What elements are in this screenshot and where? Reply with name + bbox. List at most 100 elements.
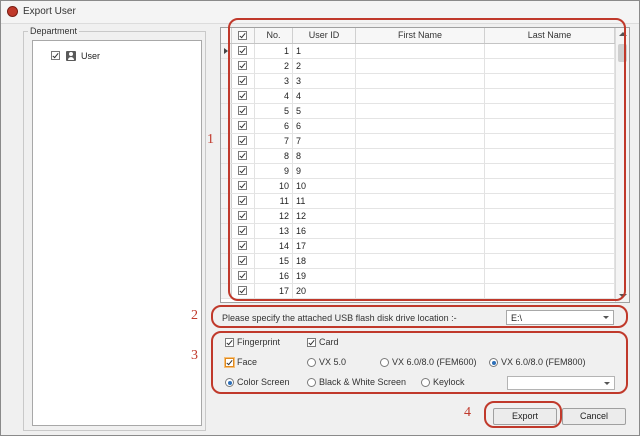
- first-name-cell[interactable]: [356, 44, 485, 58]
- vx60-fem600-radio[interactable]: [380, 358, 389, 367]
- row-checkbox[interactable]: [238, 256, 247, 265]
- header-first-name[interactable]: First Name: [356, 28, 485, 43]
- card-checkbox[interactable]: [307, 338, 316, 347]
- no-cell[interactable]: 1: [255, 44, 293, 58]
- chevron-down-icon[interactable]: [604, 382, 610, 385]
- first-name-cell[interactable]: [356, 209, 485, 223]
- row-select-cell[interactable]: [232, 104, 255, 118]
- table-row[interactable]: 10 10: [221, 179, 615, 194]
- row-select-cell[interactable]: [232, 44, 255, 58]
- no-cell[interactable]: 11: [255, 194, 293, 208]
- first-name-cell[interactable]: [356, 74, 485, 88]
- row-checkbox[interactable]: [238, 61, 247, 70]
- keylock-label[interactable]: Keylock: [433, 376, 465, 388]
- vx60-fem600-label[interactable]: VX 6.0/8.0 (FEM600): [392, 356, 477, 368]
- table-row[interactable]: 22: [221, 59, 615, 74]
- user-id-cell[interactable]: 1: [293, 44, 356, 58]
- row-checkbox[interactable]: [238, 151, 247, 160]
- last-name-cell[interactable]: [485, 254, 615, 268]
- user-id-cell[interactable]: 5: [293, 104, 356, 118]
- first-name-cell[interactable]: [356, 104, 485, 118]
- user-checkbox[interactable]: [51, 51, 60, 60]
- table-row[interactable]: 15 18: [221, 254, 615, 269]
- user-id-cell[interactable]: 7: [293, 134, 356, 148]
- row-header[interactable]: [221, 44, 232, 58]
- row-select-cell[interactable]: [232, 59, 255, 73]
- row-checkbox[interactable]: [238, 196, 247, 205]
- row-header[interactable]: [221, 239, 232, 253]
- row-checkbox[interactable]: [238, 241, 247, 250]
- user-id-cell[interactable]: 4: [293, 89, 356, 103]
- user-grid[interactable]: No. User ID First Name Last Name 1122334…: [220, 27, 630, 303]
- vx60-fem800-label[interactable]: VX 6.0/8.0 (FEM800): [501, 356, 586, 368]
- row-select-cell[interactable]: [232, 164, 255, 178]
- table-row[interactable]: 17 20: [221, 284, 615, 299]
- row-select-cell[interactable]: [232, 179, 255, 193]
- last-name-cell[interactable]: [485, 179, 615, 193]
- scroll-down-icon[interactable]: [619, 294, 627, 298]
- vx50-radio[interactable]: [307, 358, 316, 367]
- first-name-cell[interactable]: [356, 149, 485, 163]
- row-select-cell[interactable]: [232, 239, 255, 253]
- department-tree[interactable]: User: [32, 40, 202, 426]
- row-header[interactable]: [221, 149, 232, 163]
- table-row[interactable]: 88: [221, 149, 615, 164]
- no-cell[interactable]: 15: [255, 254, 293, 268]
- last-name-cell[interactable]: [485, 134, 615, 148]
- last-name-cell[interactable]: [485, 194, 615, 208]
- row-checkbox[interactable]: [238, 286, 247, 295]
- face-label[interactable]: Face: [237, 356, 257, 368]
- user-id-cell[interactable]: 20: [293, 284, 356, 298]
- last-name-cell[interactable]: [485, 119, 615, 133]
- no-cell[interactable]: 9: [255, 164, 293, 178]
- first-name-cell[interactable]: [356, 164, 485, 178]
- vx60-fem800-radio[interactable]: [489, 358, 498, 367]
- first-name-cell[interactable]: [356, 284, 485, 298]
- row-header[interactable]: [221, 284, 232, 298]
- row-header[interactable]: [221, 119, 232, 133]
- bw-screen-label[interactable]: Black & White Screen: [319, 376, 406, 388]
- user-id-cell[interactable]: 18: [293, 254, 356, 268]
- no-cell[interactable]: 17: [255, 284, 293, 298]
- header-no[interactable]: No.: [255, 28, 293, 43]
- table-row[interactable]: 16 19: [221, 269, 615, 284]
- user-id-cell[interactable]: 19: [293, 269, 356, 283]
- user-id-cell[interactable]: 16: [293, 224, 356, 238]
- user-id-cell[interactable]: 6: [293, 119, 356, 133]
- export-button[interactable]: Export: [493, 408, 557, 425]
- row-checkbox[interactable]: [238, 166, 247, 175]
- user-id-cell[interactable]: 2: [293, 59, 356, 73]
- no-cell[interactable]: 2: [255, 59, 293, 73]
- last-name-cell[interactable]: [485, 149, 615, 163]
- user-id-cell[interactable]: 11: [293, 194, 356, 208]
- row-header[interactable]: [221, 164, 232, 178]
- no-cell[interactable]: 6: [255, 119, 293, 133]
- header-user-id[interactable]: User ID: [293, 28, 356, 43]
- row-header[interactable]: [221, 89, 232, 103]
- cancel-button[interactable]: Cancel: [562, 408, 626, 425]
- row-checkbox[interactable]: [238, 106, 247, 115]
- row-checkbox[interactable]: [238, 226, 247, 235]
- row-checkbox[interactable]: [238, 181, 247, 190]
- table-row[interactable]: 99: [221, 164, 615, 179]
- last-name-cell[interactable]: [485, 269, 615, 283]
- no-cell[interactable]: 16: [255, 269, 293, 283]
- last-name-cell[interactable]: [485, 104, 615, 118]
- no-cell[interactable]: 14: [255, 239, 293, 253]
- row-checkbox[interactable]: [238, 46, 247, 55]
- no-cell[interactable]: 10: [255, 179, 293, 193]
- chevron-down-icon[interactable]: [603, 316, 609, 319]
- row-header[interactable]: [221, 104, 232, 118]
- first-name-cell[interactable]: [356, 134, 485, 148]
- first-name-cell[interactable]: [356, 224, 485, 238]
- first-name-cell[interactable]: [356, 89, 485, 103]
- table-row[interactable]: 77: [221, 134, 615, 149]
- face-checkbox[interactable]: [225, 358, 234, 367]
- no-cell[interactable]: 12: [255, 209, 293, 223]
- last-name-cell[interactable]: [485, 44, 615, 58]
- first-name-cell[interactable]: [356, 119, 485, 133]
- scroll-thumb[interactable]: [618, 44, 627, 62]
- row-select-cell[interactable]: [232, 134, 255, 148]
- tree-item-user[interactable]: User: [51, 50, 131, 62]
- no-cell[interactable]: 5: [255, 104, 293, 118]
